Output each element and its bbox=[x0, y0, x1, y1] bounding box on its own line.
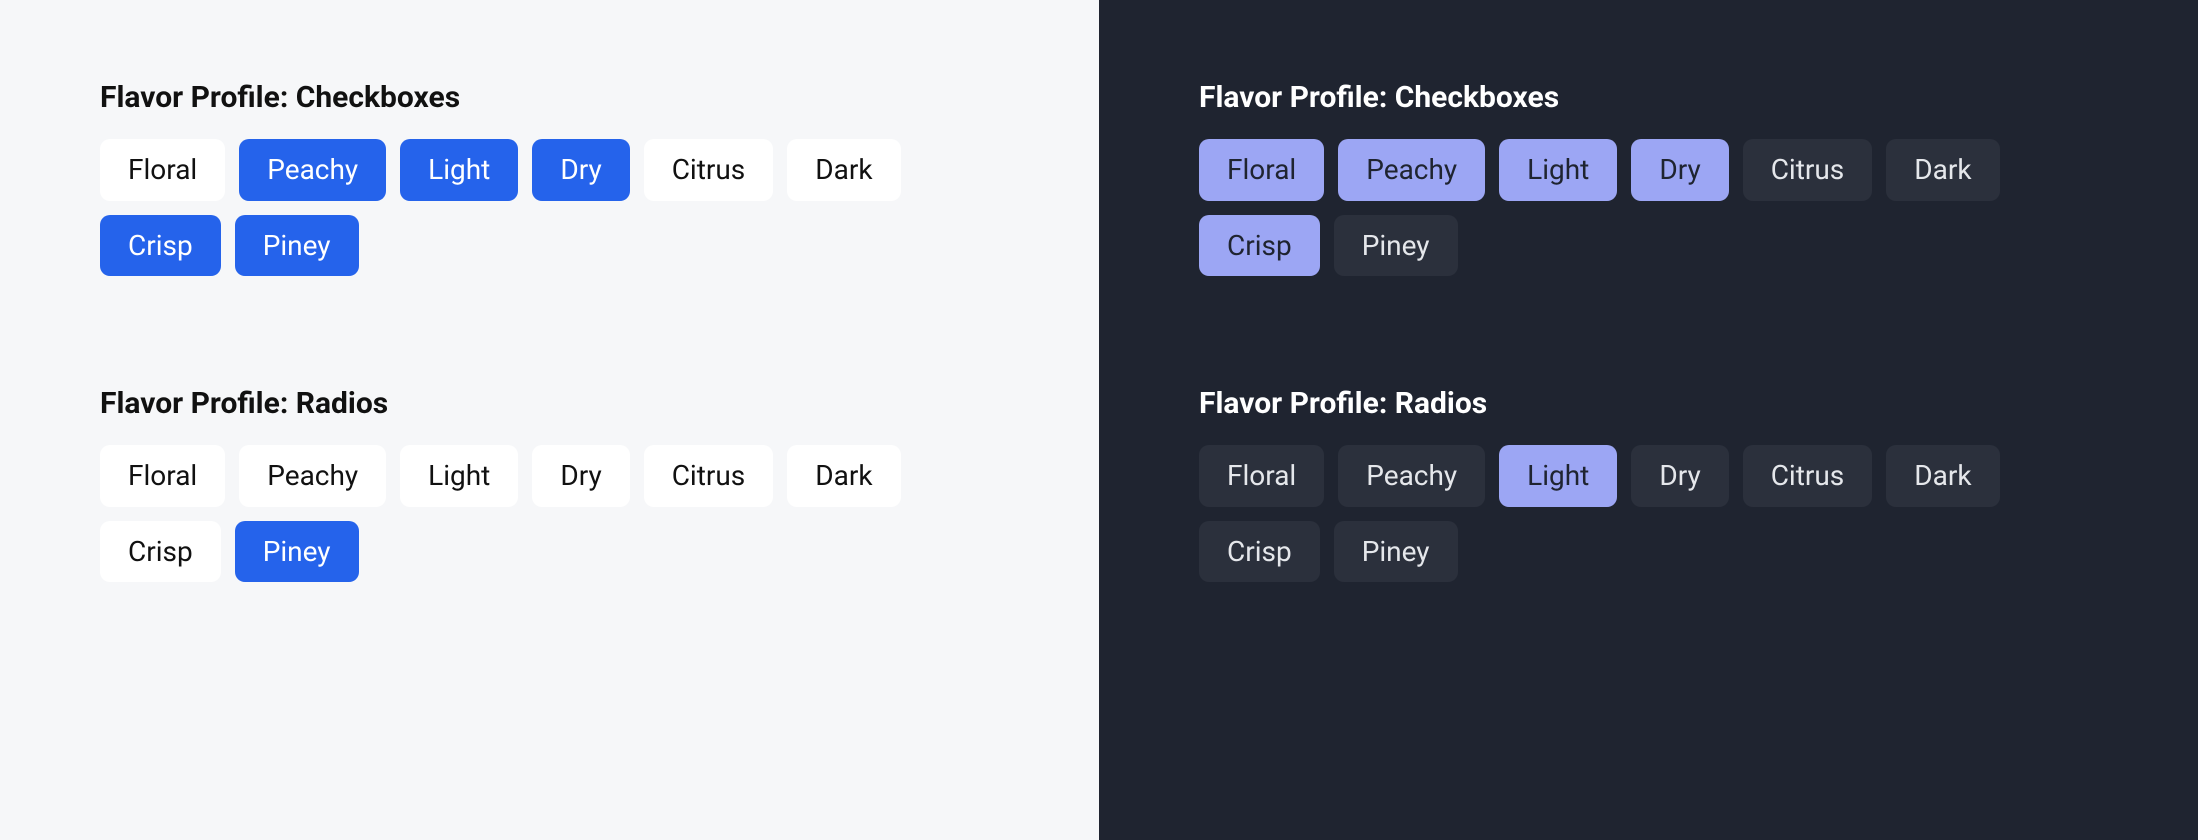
checkbox-chip-dry[interactable]: Dry bbox=[532, 139, 629, 201]
checkbox-chip-dark[interactable]: Dark bbox=[787, 139, 900, 201]
radio-group-light: Flavor Profile: Radios Floral Peachy Lig… bbox=[100, 386, 999, 582]
checkbox-chip-peachy[interactable]: Peachy bbox=[239, 139, 386, 201]
checkbox-chip-piney[interactable]: Piney bbox=[1334, 215, 1458, 277]
checkbox-chip-crisp[interactable]: Crisp bbox=[100, 215, 221, 277]
radio-heading: Flavor Profile: Radios bbox=[1199, 386, 2098, 421]
checkbox-chip-citrus[interactable]: Citrus bbox=[644, 139, 774, 201]
radio-chip-crisp[interactable]: Crisp bbox=[1199, 521, 1320, 583]
checkbox-chip-crisp[interactable]: Crisp bbox=[1199, 215, 1320, 277]
radio-chip-dry[interactable]: Dry bbox=[532, 445, 629, 507]
checkbox-chip-dry[interactable]: Dry bbox=[1631, 139, 1728, 201]
radio-heading: Flavor Profile: Radios bbox=[100, 386, 999, 421]
radio-chip-piney[interactable]: Piney bbox=[1334, 521, 1458, 583]
radio-group-dark: Flavor Profile: Radios Floral Peachy Lig… bbox=[1199, 386, 2098, 582]
checkbox-chip-light[interactable]: Light bbox=[1499, 139, 1617, 201]
radio-chip-piney[interactable]: Piney bbox=[235, 521, 359, 583]
radio-chip-peachy[interactable]: Peachy bbox=[239, 445, 386, 507]
radio-chip-light[interactable]: Light bbox=[1499, 445, 1617, 507]
checkbox-chip-citrus[interactable]: Citrus bbox=[1743, 139, 1873, 201]
checkbox-chip-piney[interactable]: Piney bbox=[235, 215, 359, 277]
checkbox-chip-peachy[interactable]: Peachy bbox=[1338, 139, 1485, 201]
checkbox-chip-floral[interactable]: Floral bbox=[1199, 139, 1324, 201]
checkbox-group-dark: Flavor Profile: Checkboxes Floral Peachy… bbox=[1199, 80, 2098, 276]
dark-theme-panel: Flavor Profile: Checkboxes Floral Peachy… bbox=[1099, 0, 2198, 840]
radio-chip-floral[interactable]: Floral bbox=[1199, 445, 1324, 507]
radio-chip-light[interactable]: Light bbox=[400, 445, 518, 507]
radio-options: Floral Peachy Light Dry Citrus Dark Cris… bbox=[1199, 445, 2098, 582]
radio-chip-dark[interactable]: Dark bbox=[1886, 445, 1999, 507]
checkbox-chip-floral[interactable]: Floral bbox=[100, 139, 225, 201]
radio-chip-citrus[interactable]: Citrus bbox=[1743, 445, 1873, 507]
checkbox-heading: Flavor Profile: Checkboxes bbox=[1199, 80, 2098, 115]
radio-chip-citrus[interactable]: Citrus bbox=[644, 445, 774, 507]
checkbox-chip-dark[interactable]: Dark bbox=[1886, 139, 1999, 201]
radio-chip-dark[interactable]: Dark bbox=[787, 445, 900, 507]
checkbox-heading: Flavor Profile: Checkboxes bbox=[100, 80, 999, 115]
checkbox-options: Floral Peachy Light Dry Citrus Dark Cris… bbox=[1199, 139, 2098, 276]
radio-chip-floral[interactable]: Floral bbox=[100, 445, 225, 507]
checkbox-options: Floral Peachy Light Dry Citrus Dark Cris… bbox=[100, 139, 999, 276]
checkbox-group-light: Flavor Profile: Checkboxes Floral Peachy… bbox=[100, 80, 999, 276]
radio-chip-dry[interactable]: Dry bbox=[1631, 445, 1728, 507]
radio-chip-crisp[interactable]: Crisp bbox=[100, 521, 221, 583]
radio-options: Floral Peachy Light Dry Citrus Dark Cris… bbox=[100, 445, 999, 582]
light-theme-panel: Flavor Profile: Checkboxes Floral Peachy… bbox=[0, 0, 1099, 840]
radio-chip-peachy[interactable]: Peachy bbox=[1338, 445, 1485, 507]
checkbox-chip-light[interactable]: Light bbox=[400, 139, 518, 201]
